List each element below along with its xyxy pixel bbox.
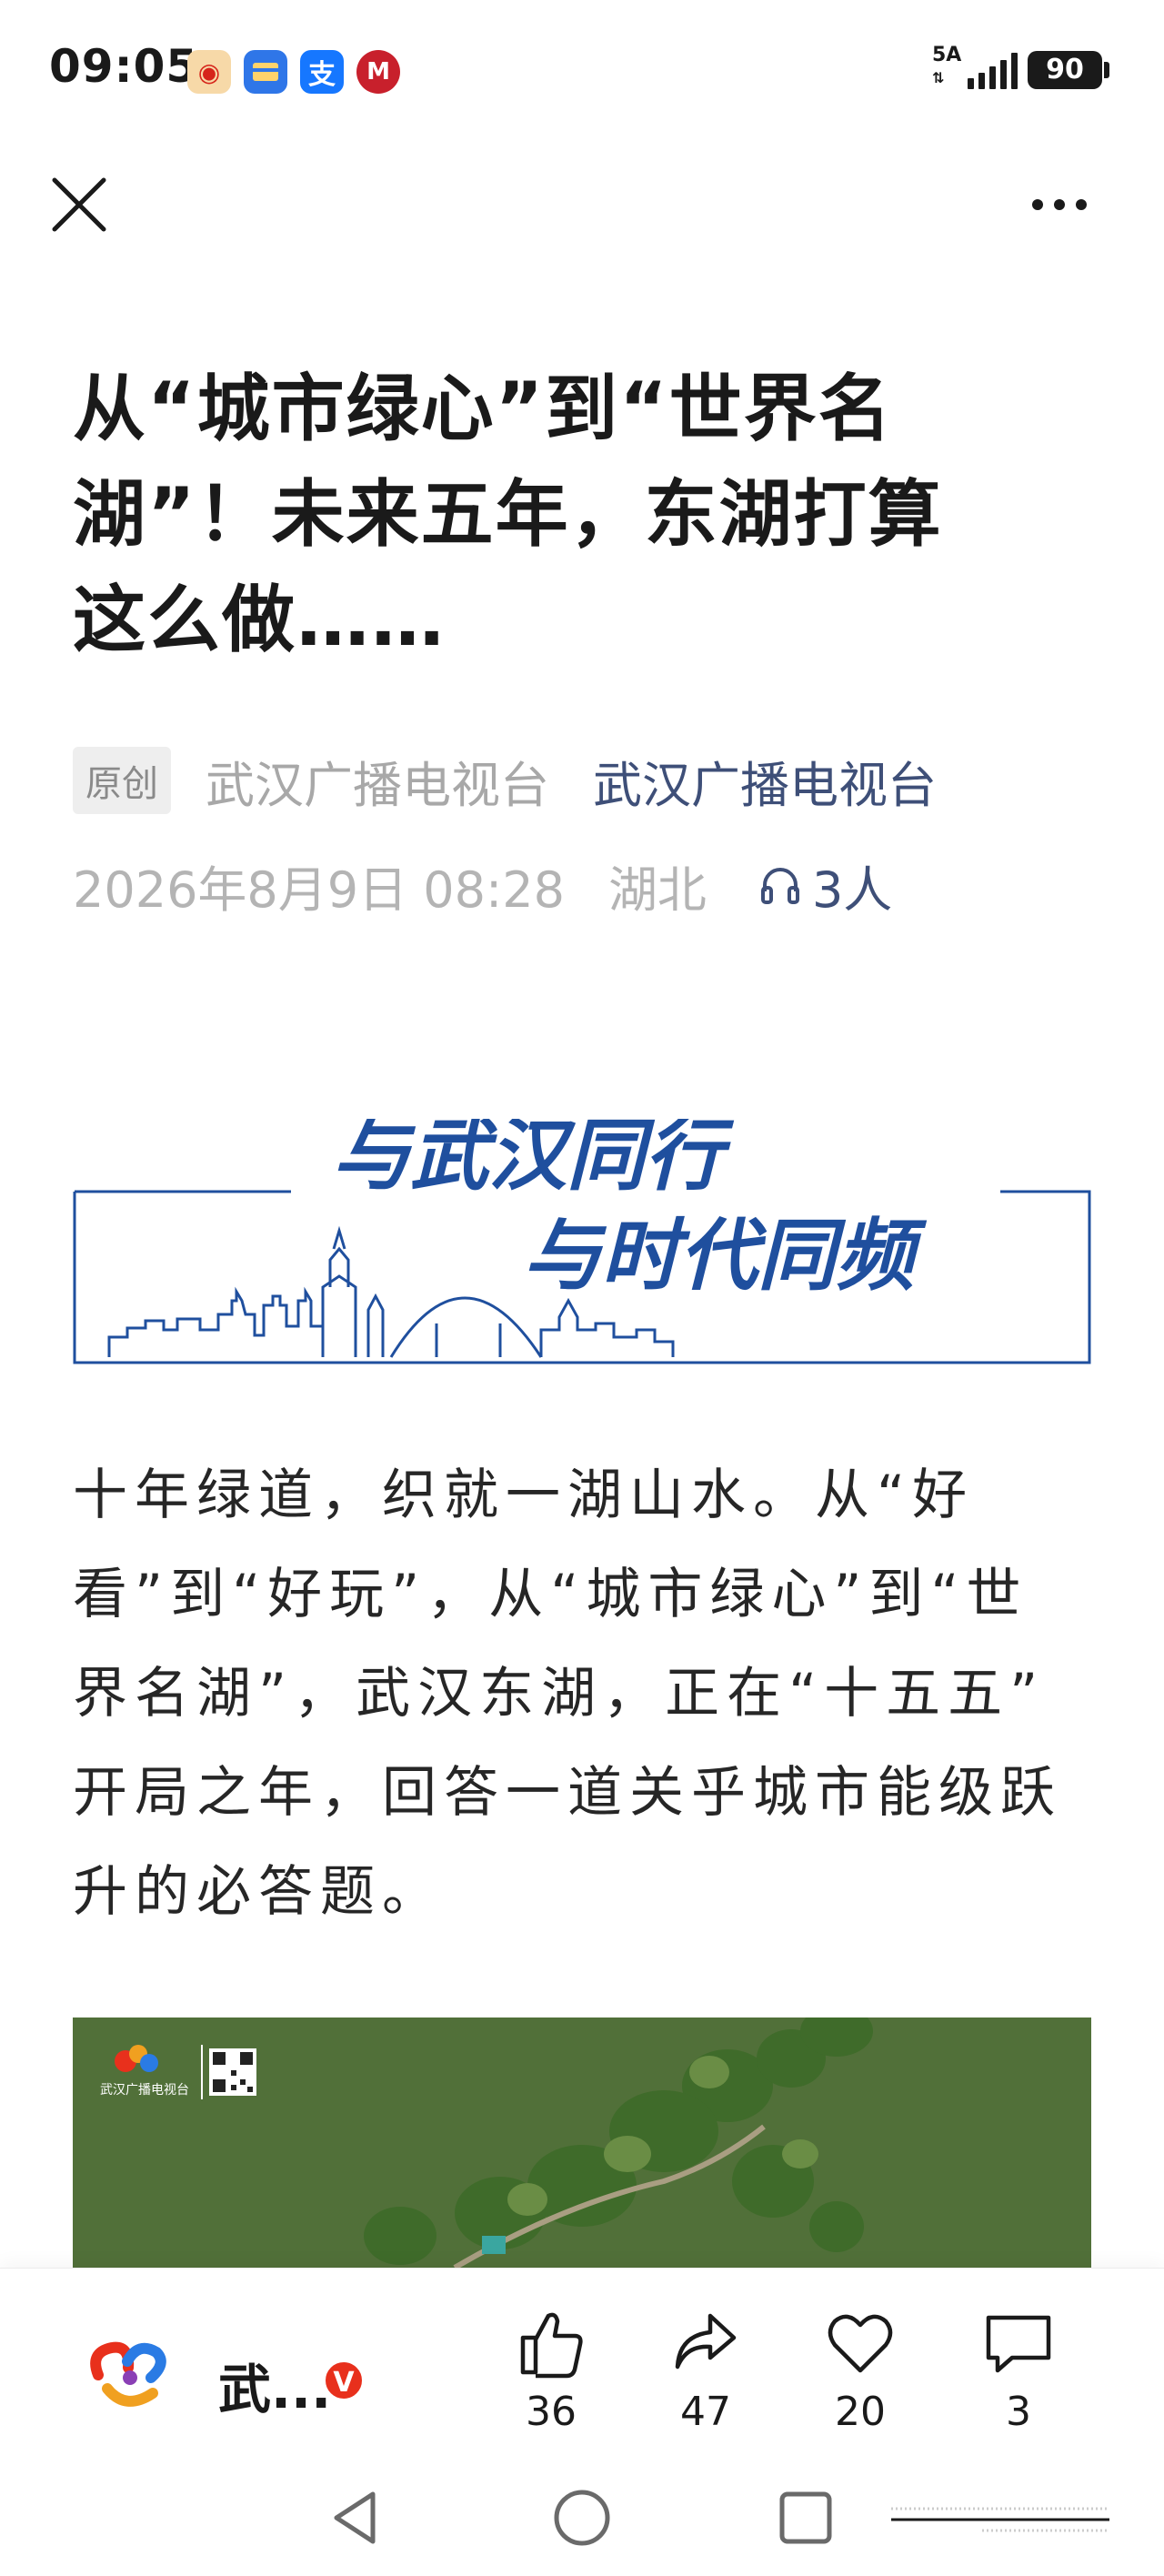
banner-line-1: 与武汉同行 [332, 1119, 735, 1202]
back-button[interactable] [327, 2489, 386, 2551]
status-time: 09:05 [49, 40, 199, 93]
like-count: 36 [526, 2389, 577, 2435]
recents-icon [779, 2491, 832, 2544]
article-meta: 原创 武汉广播电视台 武汉广播电视台 [73, 744, 937, 817]
body-line: 看”到“好玩”，从“城市绿心”到“世 [73, 1563, 1029, 1626]
more-icon [1032, 199, 1043, 210]
photo-watermark: 武汉广播电视台 [100, 2083, 189, 2098]
battery-icon [1104, 62, 1109, 78]
weibo-icon: ◉ [187, 50, 231, 94]
system-navigation-bar [0, 2454, 1164, 2576]
account-name[interactable]: 武... [218, 2347, 331, 2423]
account-link[interactable]: 武汉广播电视台 [593, 745, 937, 817]
signal-icon [968, 53, 1018, 89]
close-icon [52, 177, 106, 232]
title-line: 湖”！未来五年，东湖打算 [73, 472, 943, 557]
article-photo[interactable]: 武汉广播电视台 [73, 2018, 1091, 2268]
battery-level: 90 [1028, 51, 1102, 89]
bank-icon: M [356, 50, 400, 94]
listener-count: 3人 [811, 860, 893, 919]
heart-icon [828, 2314, 893, 2373]
body-line: 开局之年，回答一道关乎城市能级跃 [73, 1761, 1062, 1825]
body-line: 界名湖”，武汉东湖，正在“十五五” [73, 1662, 1046, 1726]
banner-line-2: 与时代同频 [523, 1211, 928, 1302]
article-title: 从“城市绿心”到“世界名 湖”！未来五年，东湖打算 这么做…… [73, 357, 1091, 673]
article-page: 09:05 ◉ 支 M 5A ⇅ 90 从“城市绿心”到“世界名 湖”！未来五年… [0, 0, 1164, 2576]
article-action-bar: 武... V 36 47 20 3 [0, 2268, 1164, 2454]
notification-icons: ◉ 支 M [187, 50, 400, 94]
slogan-banner: 与武汉同行 与时代同频 [73, 1111, 1091, 1364]
qr-code-icon [209, 2048, 256, 2096]
back-icon [334, 2491, 376, 2544]
more-button[interactable] [1018, 182, 1100, 227]
share-icon [675, 2313, 737, 2370]
comment-button[interactable]: 3 [964, 2305, 1073, 2435]
data-arrows-icon: ⇅ [932, 69, 945, 86]
body-line: 十年绿道，织就一湖山水。从“好 [73, 1464, 975, 1527]
article-info: 2026年8月9日 08:28 湖北 3人 [73, 853, 892, 919]
network-type: 5A [932, 44, 962, 66]
share-button[interactable]: 47 [651, 2305, 760, 2435]
comment-count: 3 [1006, 2389, 1031, 2435]
comment-icon [986, 2315, 1051, 2373]
close-button[interactable] [47, 173, 111, 236]
title-line: 从“城市绿心”到“世界名 [73, 367, 893, 451]
article-body: 十年绿道，织就一湖山水。从“好 看”到“好玩”，从“城市绿心”到“世 界名湖”，… [73, 1446, 1091, 1942]
status-bar: 09:05 ◉ 支 M 5A ⇅ 90 [0, 0, 1164, 136]
recents-button[interactable] [778, 2490, 833, 2549]
wallet-icon [244, 50, 287, 94]
share-count: 47 [680, 2389, 731, 2435]
broadcaster-logo-icon [90, 2341, 166, 2407]
article-source: 武汉广播电视台 [206, 756, 549, 814]
alipay-icon: 支 [300, 50, 344, 94]
publish-date: 2026年8月9日 08:28 [73, 860, 565, 919]
listen-button[interactable]: 3人 [758, 850, 892, 921]
like-button[interactable]: 36 [497, 2305, 606, 2435]
home-button[interactable] [553, 2489, 611, 2551]
body-line: 升的必答题。 [73, 1860, 444, 1924]
title-line: 这么做…… [73, 578, 446, 662]
text-lines-icon [891, 2501, 1109, 2541]
favorite-count: 20 [835, 2389, 886, 2435]
headphones-icon [760, 868, 799, 904]
thumbs-up-icon [520, 2312, 583, 2379]
account-avatar[interactable] [80, 2334, 180, 2416]
publish-location: 湖北 [607, 860, 707, 919]
home-icon [554, 2490, 610, 2546]
favorite-button[interactable]: 20 [806, 2305, 915, 2435]
original-badge: 原创 [73, 747, 171, 814]
verified-badge: V [323, 2360, 365, 2401]
